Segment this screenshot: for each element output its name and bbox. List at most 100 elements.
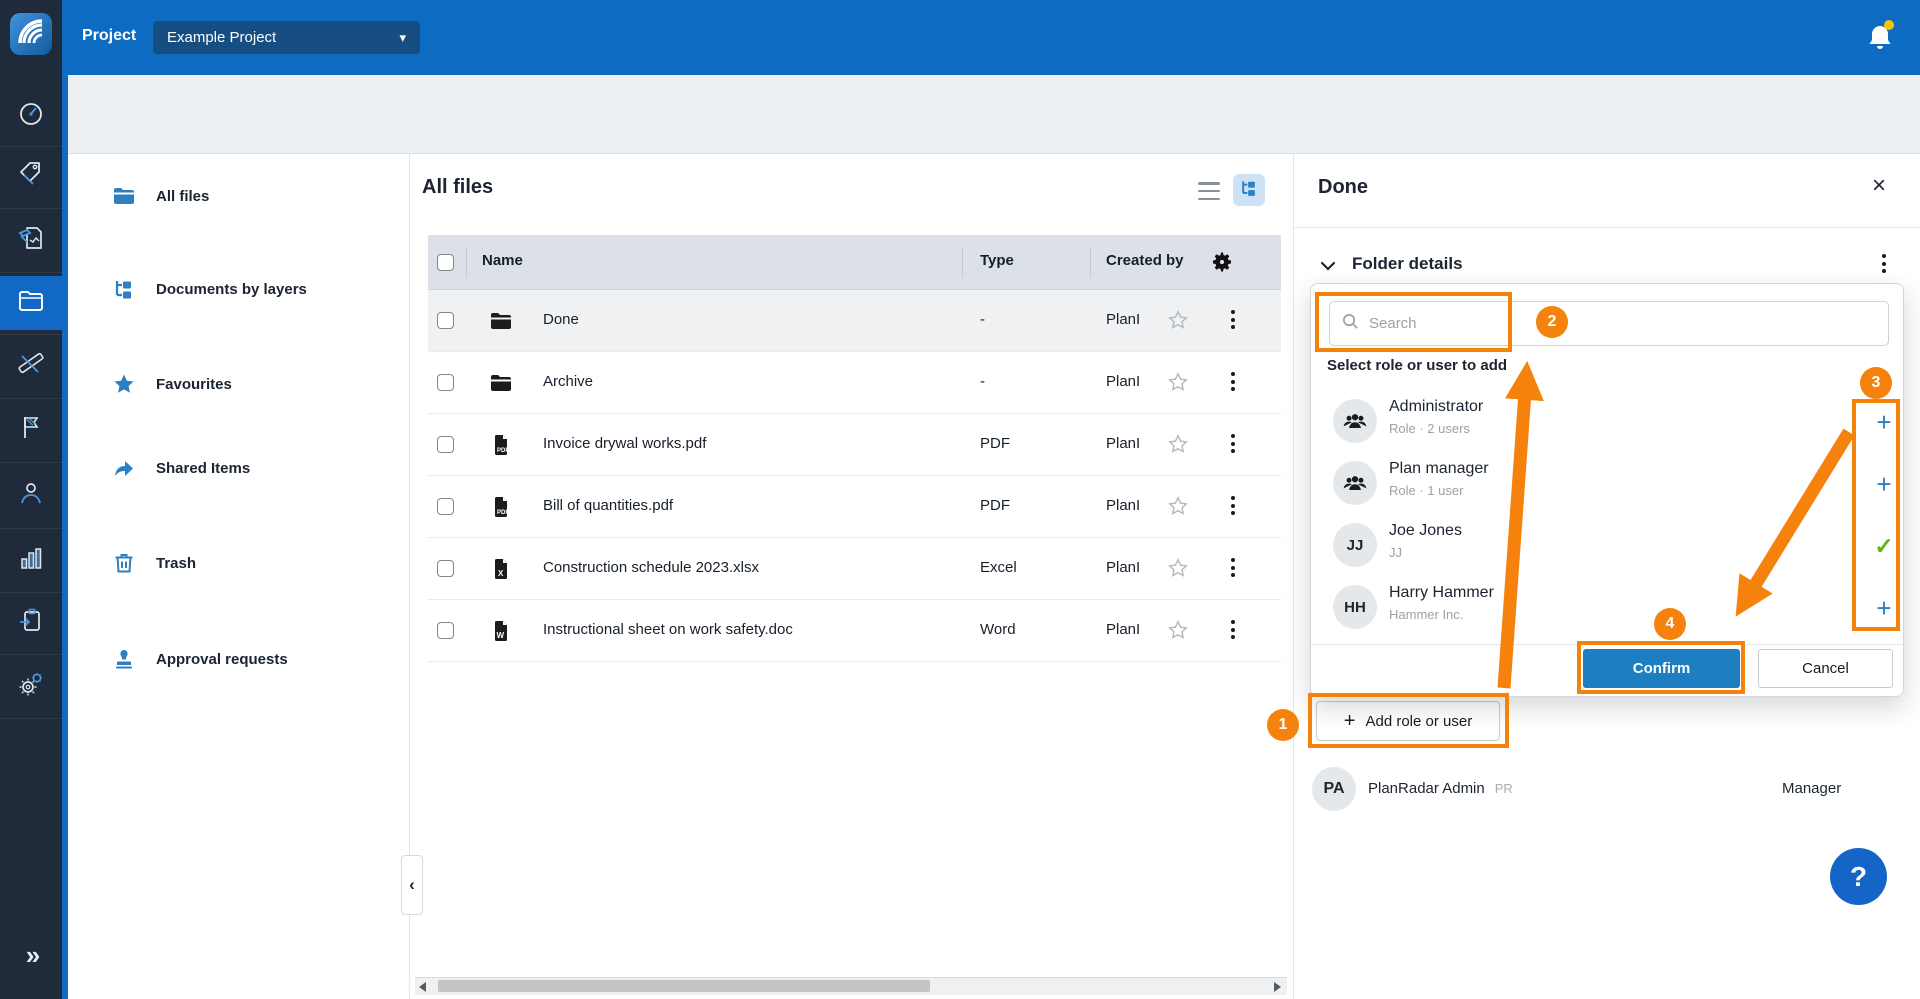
column-settings-gear-icon[interactable]: [1210, 250, 1234, 279]
row-checkbox[interactable]: [437, 560, 454, 577]
table-row[interactable]: Archive - PlanI: [428, 352, 1281, 414]
column-header-created-by[interactable]: Created by: [1106, 252, 1184, 269]
planradar-logo[interactable]: [10, 13, 52, 55]
tag-icon: [17, 159, 45, 192]
nav-item-trash[interactable]: Trash: [80, 541, 382, 585]
notifications-button[interactable]: [1862, 16, 1898, 58]
share-arrow-icon: [112, 456, 136, 480]
file-name: Archive: [543, 373, 593, 390]
favourite-star-button[interactable]: [1167, 371, 1189, 398]
nav-item-documents-by-layers[interactable]: Documents by layers: [80, 267, 382, 311]
sidebar-item-exports[interactable]: [0, 600, 62, 644]
nav-item-shared-items[interactable]: Shared Items: [80, 446, 382, 490]
nav-item-approval-requests[interactable]: Approval requests: [80, 637, 382, 681]
close-panel-button[interactable]: ×: [1872, 174, 1886, 198]
sidebar-item-statistics[interactable]: [0, 539, 62, 583]
add-option-plus-button[interactable]: +: [1864, 402, 1904, 442]
nav-item-all-files[interactable]: All files: [80, 174, 382, 218]
list-item-harry-hammer[interactable]: HH Harry Hammer Hammer Inc.: [1311, 576, 1871, 638]
scroll-right-arrow-icon[interactable]: [1274, 982, 1281, 992]
scroll-left-arrow-icon[interactable]: [419, 982, 426, 992]
add-role-or-user-button[interactable]: + Add role or user: [1316, 701, 1500, 741]
add-option-plus-button[interactable]: +: [1864, 588, 1904, 628]
view-toggle-tree-active[interactable]: [1233, 174, 1265, 206]
select-role-label: Select role or user to add: [1327, 357, 1507, 374]
favourite-star-button[interactable]: [1167, 619, 1189, 646]
sidebar-item-contacts[interactable]: [0, 473, 62, 517]
file-created-by: PlanI: [1106, 311, 1158, 328]
file-type: Word: [980, 621, 1016, 638]
row-checkbox[interactable]: [437, 374, 454, 391]
sidebar-item-documents-active[interactable]: [0, 276, 62, 330]
nav-item-favourites[interactable]: Favourites: [80, 362, 382, 406]
row-checkbox[interactable]: [437, 622, 454, 639]
list-item-plan-manager[interactable]: Plan manager Role · 1 user: [1311, 452, 1871, 514]
add-role-popup: Select role or user to add Administrator…: [1310, 283, 1904, 697]
owner-name: PlanRadar Admin: [1368, 780, 1485, 797]
row-menu-kebab-button[interactable]: [1229, 434, 1237, 453]
row-menu-kebab-button[interactable]: [1229, 496, 1237, 515]
favourite-star-button[interactable]: [1167, 433, 1189, 460]
toolbar: [68, 75, 1920, 154]
help-button[interactable]: ?: [1830, 848, 1887, 905]
favourite-star-button[interactable]: [1167, 309, 1189, 336]
row-menu-kebab-button[interactable]: [1229, 372, 1237, 391]
file-created-by: PlanI: [1106, 559, 1158, 576]
view-toggle-list[interactable]: [1198, 182, 1220, 200]
list-item-joe-jones[interactable]: JJ Joe Jones JJ: [1311, 514, 1871, 576]
sidebar-item-dashboard[interactable]: [0, 93, 62, 137]
option-added-check-icon[interactable]: ✓: [1864, 526, 1904, 566]
row-checkbox[interactable]: [437, 498, 454, 515]
notification-badge-dot: [1884, 20, 1894, 30]
table-row[interactable]: X Construction schedule 2023.xlsx Excel …: [428, 538, 1281, 600]
option-title: Plan manager: [1389, 460, 1489, 478]
favourite-star-button[interactable]: [1167, 557, 1189, 584]
row-menu-kebab-button[interactable]: [1229, 310, 1237, 329]
column-header-type[interactable]: Type: [980, 252, 1014, 269]
table-row[interactable]: W Instructional sheet on work safety.doc…: [428, 600, 1281, 662]
project-selector-dropdown[interactable]: Example Project ▾: [153, 21, 420, 54]
table-row[interactable]: PDF Invoice drywal works.pdf PDF PlanI: [428, 414, 1281, 476]
file-created-by: PlanI: [1106, 435, 1158, 452]
sidebar-expand-button[interactable]: »: [0, 933, 62, 977]
chevron-down-icon[interactable]: [1320, 259, 1336, 277]
right-panel-border: [1293, 154, 1294, 999]
collapse-nav-button[interactable]: ‹: [401, 855, 423, 915]
dashboard-gauge-icon: [17, 99, 45, 132]
sidebar-item-tickets[interactable]: [0, 153, 62, 197]
select-all-checkbox[interactable]: [437, 254, 454, 271]
avatar: JJ: [1333, 523, 1377, 567]
file-name: Construction schedule 2023.xlsx: [543, 559, 759, 576]
add-option-plus-button[interactable]: +: [1864, 464, 1904, 504]
file-name: Bill of quantities.pdf: [543, 497, 673, 514]
search-icon: [1342, 313, 1359, 335]
add-role-or-user-label: Add role or user: [1365, 713, 1472, 730]
row-menu-kebab-button[interactable]: [1229, 620, 1237, 639]
planradar-logo-icon: [14, 15, 48, 54]
table-row[interactable]: Done - PlanI: [428, 290, 1281, 352]
folder-details-section-title[interactable]: Folder details: [1352, 254, 1463, 274]
row-menu-kebab-button[interactable]: [1229, 558, 1237, 577]
file-created-by: PlanI: [1106, 373, 1158, 390]
sidebar-item-tasks[interactable]: [0, 218, 62, 262]
file-type: PDF: [980, 435, 1010, 452]
cancel-button[interactable]: Cancel: [1758, 649, 1893, 688]
sidebar-item-settings[interactable]: [0, 664, 62, 708]
column-header-name[interactable]: Name: [482, 252, 523, 269]
file-created-by: PlanI: [1106, 621, 1158, 638]
confirm-button[interactable]: Confirm: [1583, 649, 1740, 688]
popup-search-input[interactable]: [1367, 314, 1876, 333]
list-item-administrator[interactable]: Administrator Role · 2 users: [1311, 390, 1871, 452]
sidebar-item-projects[interactable]: [0, 407, 62, 451]
favourite-star-button[interactable]: [1167, 495, 1189, 522]
table-row[interactable]: PDF Bill of quantities.pdf PDF PlanI: [428, 476, 1281, 538]
owner-row: PlanRadar Admin PR: [1368, 780, 1513, 797]
horizontal-scrollbar-thumb[interactable]: [438, 980, 930, 992]
sidebar-item-plans[interactable]: [0, 343, 62, 387]
files-table-header: Name Type Created by: [428, 235, 1281, 290]
svg-text:PDF: PDF: [497, 510, 509, 516]
trash-icon: [112, 551, 136, 575]
row-checkbox[interactable]: [437, 312, 454, 329]
row-checkbox[interactable]: [437, 436, 454, 453]
folder-details-menu-kebab[interactable]: [1880, 254, 1888, 273]
